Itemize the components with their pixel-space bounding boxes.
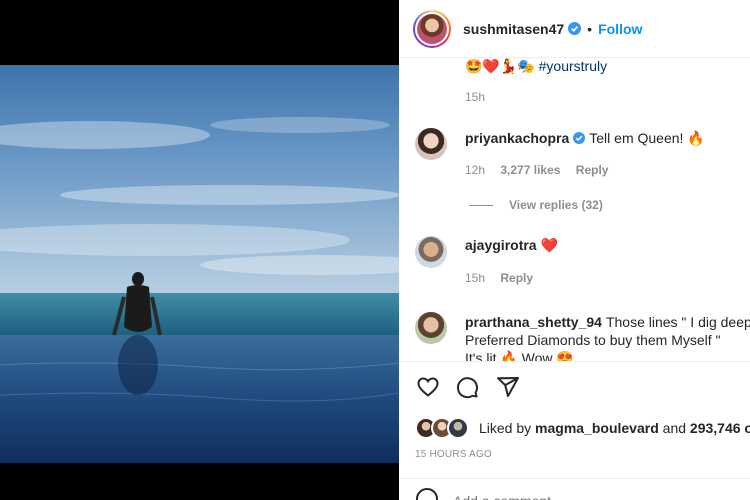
- comment-body: Tell em Queen! 🔥: [589, 130, 705, 146]
- view-replies-label: View replies (32): [509, 198, 603, 212]
- reply-button[interactable]: Reply: [500, 271, 533, 285]
- comment-text: ajaygirotra ❤️: [465, 236, 558, 255]
- comment-time: 15h: [465, 271, 486, 285]
- comment-meta: 12h 3,277 likes Reply: [465, 163, 608, 177]
- comment-username[interactable]: ajaygirotra: [465, 237, 537, 253]
- action-bar: [399, 372, 750, 402]
- comment-username[interactable]: priyankachopra: [465, 130, 569, 146]
- comment-body-line3: It's lit 🔥 Wow 😍: [465, 350, 574, 361]
- heart-icon[interactable]: [413, 372, 443, 402]
- author-avatar[interactable]: [413, 9, 451, 48]
- comment-text: priyankachopra Tell em Queen! 🔥: [465, 129, 705, 147]
- comment-meta: 15h Reply: [465, 271, 533, 285]
- author-username[interactable]: sushmitasen47: [463, 21, 564, 37]
- liked-by-prefix: Liked by: [479, 420, 532, 436]
- share-icon[interactable]: [493, 372, 523, 402]
- reply-button[interactable]: Reply: [576, 163, 609, 177]
- post-detail-panel: sushmitasen47 • Follow 🤩❤️💃🎭 #yourstruly…: [399, 0, 750, 500]
- comment-avatar[interactable]: [415, 128, 447, 160]
- comment-body-line2: Preferred Diamonds to buy them Myself ": [465, 332, 721, 348]
- add-comment-input[interactable]: [453, 493, 634, 500]
- comment-icon[interactable]: [452, 372, 482, 402]
- divider: [399, 361, 750, 362]
- add-comment-row: [415, 487, 735, 500]
- post-photo[interactable]: [0, 65, 399, 463]
- media-area: [0, 0, 399, 500]
- post-photo-image: [0, 65, 399, 463]
- comment-username[interactable]: prarthana_shetty_94: [465, 314, 602, 330]
- comment-body-line1: Those lines " I dig deepe: [605, 314, 750, 330]
- caption-hashtag[interactable]: #yourstruly: [539, 58, 607, 74]
- emoji-icon[interactable]: [415, 487, 439, 500]
- view-replies-button[interactable]: View replies (32): [469, 198, 603, 212]
- header-separator: •: [587, 20, 593, 37]
- caption-meta: 15h: [465, 90, 485, 104]
- post-timestamp[interactable]: 15 HOURS AGO: [415, 449, 492, 460]
- verified-icon: [568, 22, 582, 35]
- liked-by-user[interactable]: magma_boulevard: [535, 420, 659, 436]
- likes-count[interactable]: 293,746 oth: [690, 420, 750, 436]
- comment-time: 12h: [465, 163, 486, 177]
- liked-by-row: Liked by magma_boulevard and 293,746 oth: [415, 416, 750, 440]
- comment-likes[interactable]: 3,277 likes: [500, 163, 560, 177]
- comment-avatar[interactable]: [415, 312, 447, 344]
- comment-body: ❤️: [540, 238, 559, 254]
- divider: [399, 478, 750, 479]
- caption-emojis: 🤩❤️💃🎭: [465, 59, 535, 75]
- liked-by-middle: and: [662, 420, 687, 436]
- comment-text: prarthana_shetty_94 Those lines " I dig d…: [465, 313, 750, 361]
- caption-time: 15h: [465, 90, 486, 104]
- follow-button[interactable]: Follow: [598, 21, 642, 37]
- liked-by-avatars[interactable]: [415, 417, 473, 439]
- caption-text: 🤩❤️💃🎭 #yourstruly: [465, 58, 607, 75]
- comment-avatar[interactable]: [415, 236, 447, 268]
- post-header: sushmitasen47 • Follow: [399, 0, 750, 58]
- comments-list[interactable]: 🤩❤️💃🎭 #yourstruly 15h priyankachopra Tell…: [399, 58, 750, 361]
- verified-icon: [573, 130, 589, 146]
